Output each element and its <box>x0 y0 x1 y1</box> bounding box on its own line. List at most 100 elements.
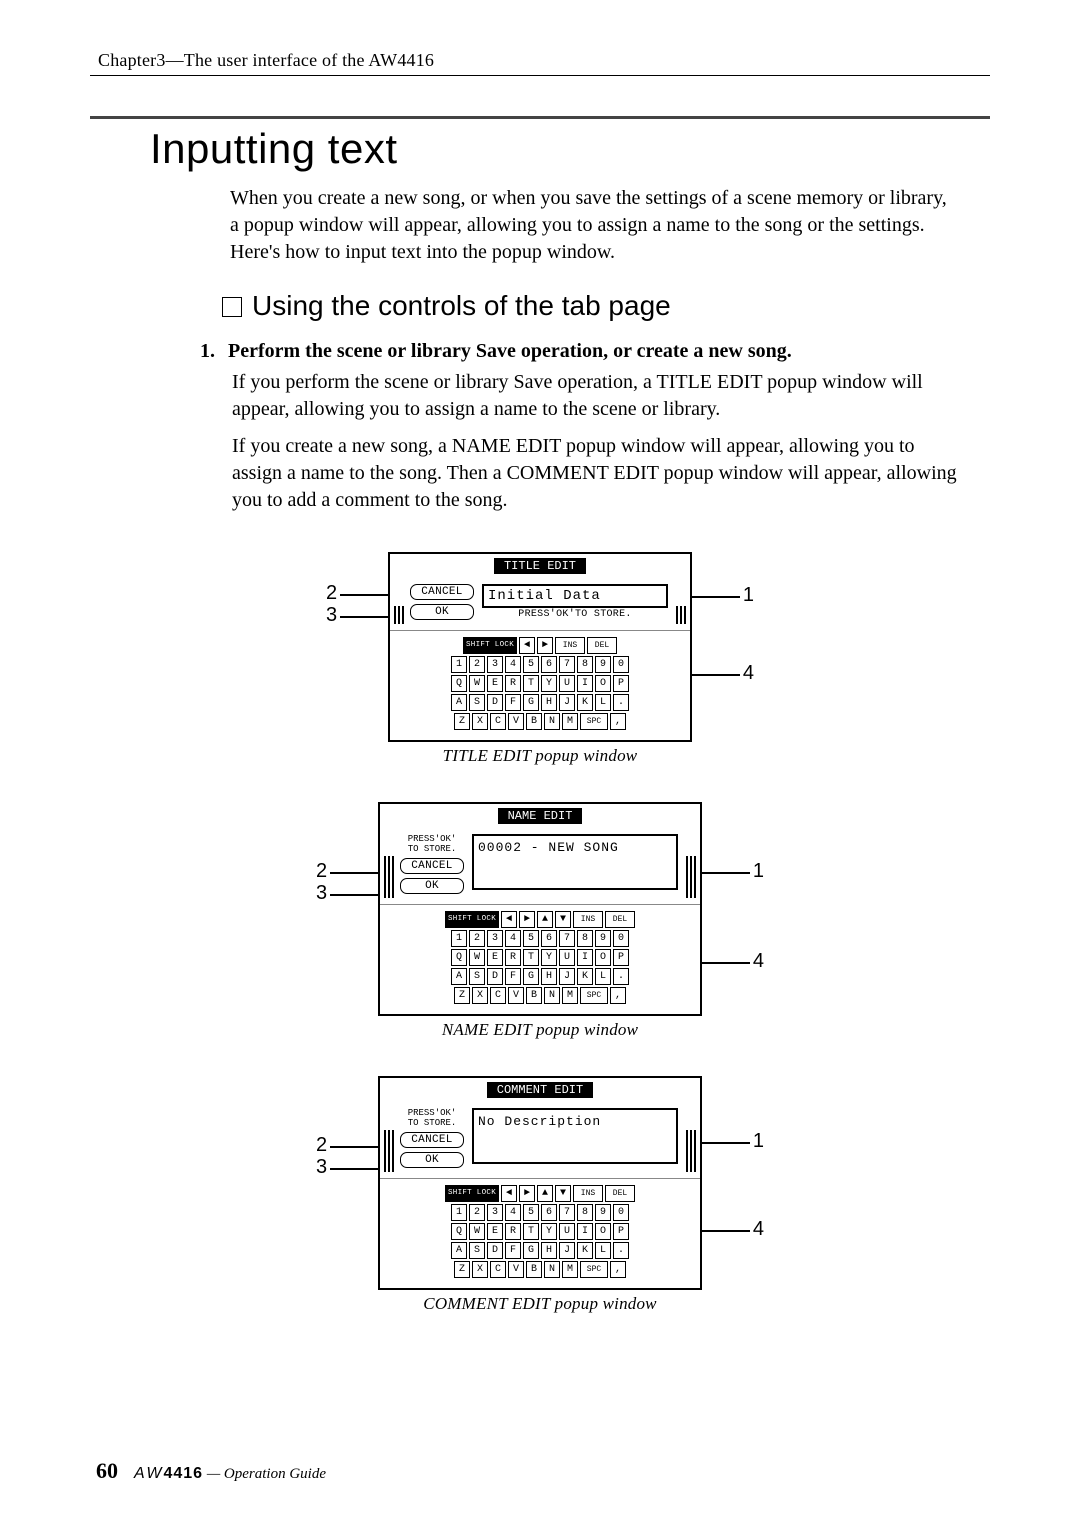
key-R[interactable]: R <box>505 949 521 966</box>
key-1[interactable]: 1 <box>451 1204 467 1221</box>
key-B[interactable]: B <box>526 987 542 1004</box>
key-0[interactable]: 0 <box>613 1204 629 1221</box>
key-.[interactable]: . <box>613 694 629 711</box>
key-8[interactable]: 8 <box>577 1204 593 1221</box>
ins-key[interactable]: INS <box>573 911 603 928</box>
key-comma[interactable]: , <box>610 713 626 730</box>
key-V[interactable]: V <box>508 1261 524 1278</box>
arrow-right-key[interactable]: ► <box>519 1185 535 1202</box>
arrow-down-key[interactable]: ▼ <box>555 911 571 928</box>
onscreen-keyboard[interactable]: SHIFT LOCK ◄ ► ▲ ▼ INS DEL 1234567890 QW… <box>380 1178 700 1288</box>
key-B[interactable]: B <box>526 1261 542 1278</box>
key-W[interactable]: W <box>469 1223 485 1240</box>
key-S[interactable]: S <box>469 694 485 711</box>
key-T[interactable]: T <box>523 949 539 966</box>
key-B[interactable]: B <box>526 713 542 730</box>
ins-key[interactable]: INS <box>555 637 585 654</box>
key-U[interactable]: U <box>559 949 575 966</box>
key-Q[interactable]: Q <box>451 949 467 966</box>
key-6[interactable]: 6 <box>541 1204 557 1221</box>
key-M[interactable]: M <box>562 987 578 1004</box>
key-G[interactable]: G <box>523 694 539 711</box>
key-8[interactable]: 8 <box>577 930 593 947</box>
key-S[interactable]: S <box>469 1242 485 1259</box>
key-Z[interactable]: Z <box>454 987 470 1004</box>
key-4[interactable]: 4 <box>505 1204 521 1221</box>
key-F[interactable]: F <box>505 694 521 711</box>
key-K[interactable]: K <box>577 968 593 985</box>
key-2[interactable]: 2 <box>469 930 485 947</box>
arrow-up-key[interactable]: ▲ <box>537 911 553 928</box>
key-P[interactable]: P <box>613 1223 629 1240</box>
onscreen-keyboard[interactable]: SHIFT LOCK ◄ ► ▲ ▼ INS DEL 1234567890 QW… <box>380 904 700 1014</box>
key-7[interactable]: 7 <box>559 656 575 673</box>
ok-button[interactable]: OK <box>410 604 474 620</box>
key-L[interactable]: L <box>595 694 611 711</box>
key-Z[interactable]: Z <box>454 1261 470 1278</box>
key-6[interactable]: 6 <box>541 656 557 673</box>
key-C[interactable]: C <box>490 1261 506 1278</box>
key-J[interactable]: J <box>559 1242 575 1259</box>
key-5[interactable]: 5 <box>523 656 539 673</box>
shift-lock-key[interactable]: SHIFT LOCK <box>445 1185 499 1202</box>
del-key[interactable]: DEL <box>605 911 635 928</box>
shift-lock-key[interactable]: SHIFT LOCK <box>463 637 517 654</box>
key-Y[interactable]: Y <box>541 949 557 966</box>
key-I[interactable]: I <box>577 1223 593 1240</box>
arrow-down-key[interactable]: ▼ <box>555 1185 571 1202</box>
key-D[interactable]: D <box>487 1242 503 1259</box>
key-X[interactable]: X <box>472 1261 488 1278</box>
key-H[interactable]: H <box>541 694 557 711</box>
ins-key[interactable]: INS <box>573 1185 603 1202</box>
spc-key[interactable]: SPC <box>580 987 608 1004</box>
key-F[interactable]: F <box>505 1242 521 1259</box>
key-E[interactable]: E <box>487 1223 503 1240</box>
arrow-right-key[interactable]: ► <box>519 911 535 928</box>
key-9[interactable]: 9 <box>595 1204 611 1221</box>
del-key[interactable]: DEL <box>605 1185 635 1202</box>
key-5[interactable]: 5 <box>523 930 539 947</box>
key-M[interactable]: M <box>562 1261 578 1278</box>
key-H[interactable]: H <box>541 968 557 985</box>
key-C[interactable]: C <box>490 987 506 1004</box>
onscreen-keyboard[interactable]: SHIFT LOCK ◄ ► INS DEL 1234567890 QWERTY… <box>390 630 690 740</box>
key-8[interactable]: 8 <box>577 656 593 673</box>
key-K[interactable]: K <box>577 1242 593 1259</box>
key-R[interactable]: R <box>505 675 521 692</box>
key-S[interactable]: S <box>469 968 485 985</box>
key-D[interactable]: D <box>487 968 503 985</box>
key-F[interactable]: F <box>505 968 521 985</box>
arrow-right-key[interactable]: ► <box>537 637 553 654</box>
del-key[interactable]: DEL <box>587 637 617 654</box>
cancel-button[interactable]: CANCEL <box>400 858 464 874</box>
key-1[interactable]: 1 <box>451 656 467 673</box>
key-4[interactable]: 4 <box>505 656 521 673</box>
spc-key[interactable]: SPC <box>580 713 608 730</box>
spc-key[interactable]: SPC <box>580 1261 608 1278</box>
key-T[interactable]: T <box>523 675 539 692</box>
arrow-left-key[interactable]: ◄ <box>519 637 535 654</box>
key-A[interactable]: A <box>451 968 467 985</box>
key-C[interactable]: C <box>490 713 506 730</box>
key-X[interactable]: X <box>472 713 488 730</box>
key-Y[interactable]: Y <box>541 675 557 692</box>
cancel-button[interactable]: CANCEL <box>410 584 474 600</box>
key-6[interactable]: 6 <box>541 930 557 947</box>
shift-lock-key[interactable]: SHIFT LOCK <box>445 911 499 928</box>
key-A[interactable]: A <box>451 1242 467 1259</box>
key-.[interactable]: . <box>613 968 629 985</box>
key-0[interactable]: 0 <box>613 930 629 947</box>
key-J[interactable]: J <box>559 968 575 985</box>
ok-button[interactable]: OK <box>400 1152 464 1168</box>
key-Y[interactable]: Y <box>541 1223 557 1240</box>
key-I[interactable]: I <box>577 949 593 966</box>
key-J[interactable]: J <box>559 694 575 711</box>
key-N[interactable]: N <box>544 987 560 1004</box>
key-2[interactable]: 2 <box>469 656 485 673</box>
key-R[interactable]: R <box>505 1223 521 1240</box>
key-L[interactable]: L <box>595 968 611 985</box>
key-9[interactable]: 9 <box>595 930 611 947</box>
key-E[interactable]: E <box>487 949 503 966</box>
key-K[interactable]: K <box>577 694 593 711</box>
title-input-field[interactable]: Initial Data <box>482 584 668 608</box>
